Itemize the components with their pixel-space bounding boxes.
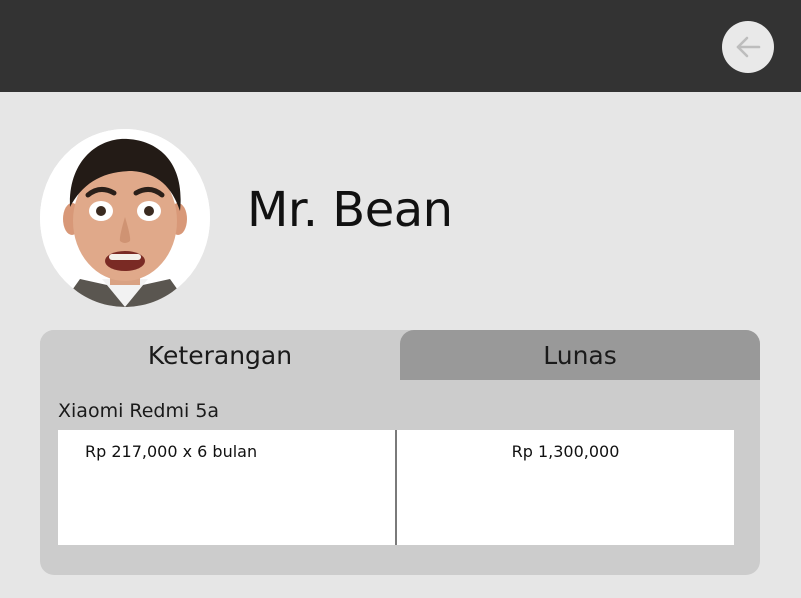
arrow-left-icon	[736, 36, 761, 58]
avatar	[40, 129, 210, 307]
tab-keterangan[interactable]: Keterangan	[40, 330, 400, 380]
installment-column: Rp 217,000 x 6 bulan	[58, 430, 397, 545]
installment-value: Rp 217,000 x 6 bulan	[85, 442, 258, 461]
top-bar	[0, 0, 801, 92]
back-button[interactable]	[722, 21, 774, 73]
tab-lunas[interactable]: Lunas	[400, 330, 760, 380]
item-title: Xiaomi Redmi 5a	[58, 400, 220, 422]
details-card: Keterangan Lunas Xiaomi Redmi 5a Rp 217,…	[40, 330, 760, 575]
total-value: Rp 1,300,000	[511, 442, 620, 461]
total-column: Rp 1,300,000	[397, 430, 734, 545]
payment-table: Rp 217,000 x 6 bulan Rp 1,300,000	[58, 430, 734, 545]
profile-photo	[40, 129, 210, 307]
user-name: Mr. Bean	[247, 182, 453, 238]
